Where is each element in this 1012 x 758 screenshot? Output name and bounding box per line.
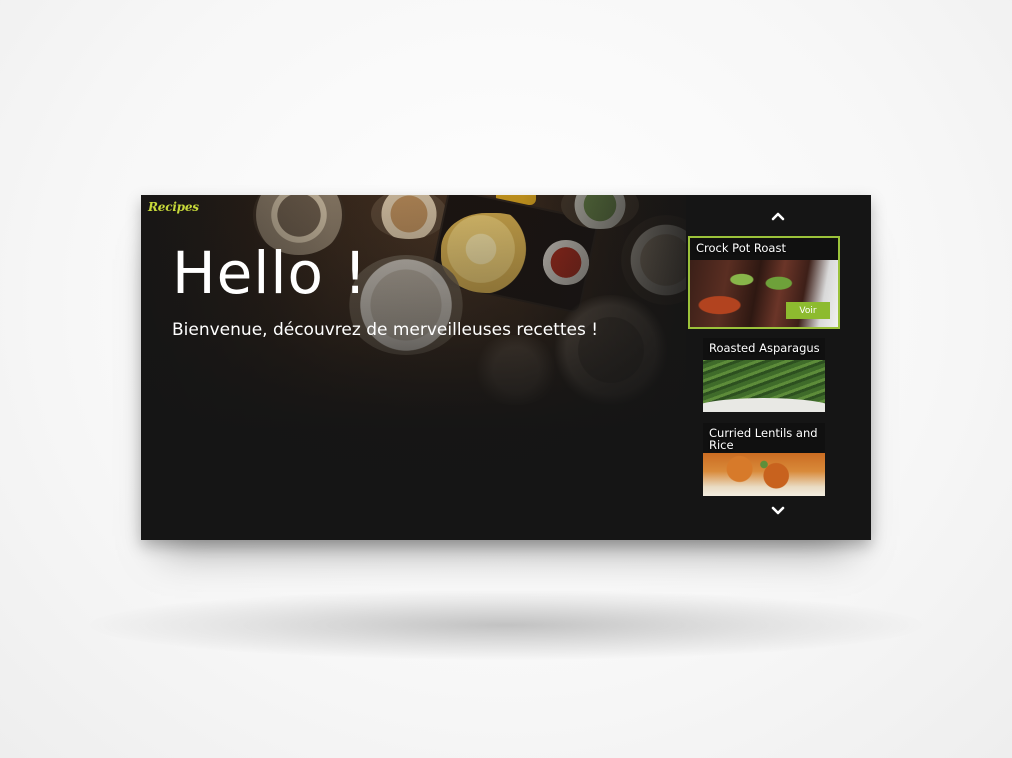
chevron-down-icon bbox=[771, 506, 785, 515]
voir-button[interactable]: Voir bbox=[786, 302, 830, 319]
carousel-up-button[interactable] bbox=[768, 208, 788, 224]
recipe-card-curried-lentils[interactable]: Curried Lentils and Rice bbox=[703, 423, 825, 496]
recipe-card-title: Crock Pot Roast bbox=[696, 241, 786, 255]
plate-image bbox=[703, 398, 825, 412]
carousel-down-button[interactable] bbox=[768, 503, 788, 519]
hero-title: Hello ! bbox=[172, 239, 368, 307]
app-screen: Recipes Hello ! Bienvenue, découvrez de … bbox=[141, 195, 871, 540]
brand-logo[interactable]: Recipes bbox=[148, 200, 199, 214]
recipe-photo bbox=[703, 451, 825, 496]
recipe-card-title: Curried Lentils and Rice bbox=[709, 426, 818, 452]
recipe-card-title: Roasted Asparagus bbox=[709, 341, 820, 355]
presentation-stage: Recipes Hello ! Bienvenue, découvrez de … bbox=[0, 0, 1012, 758]
chevron-up-icon bbox=[771, 212, 785, 221]
recipe-card-roasted-asparagus[interactable]: Roasted Asparagus bbox=[703, 338, 825, 412]
recipe-card-crock-pot-roast[interactable]: Crock Pot Roast Voir bbox=[688, 236, 840, 329]
floor-shadow bbox=[90, 590, 922, 660]
hero-subtitle: Bienvenue, découvrez de merveilleuses re… bbox=[172, 320, 599, 340]
recipe-carousel: Crock Pot Roast Voir Roasted Asparagus C… bbox=[686, 195, 871, 540]
hero-banner: Recipes Hello ! Bienvenue, découvrez de … bbox=[141, 195, 686, 540]
